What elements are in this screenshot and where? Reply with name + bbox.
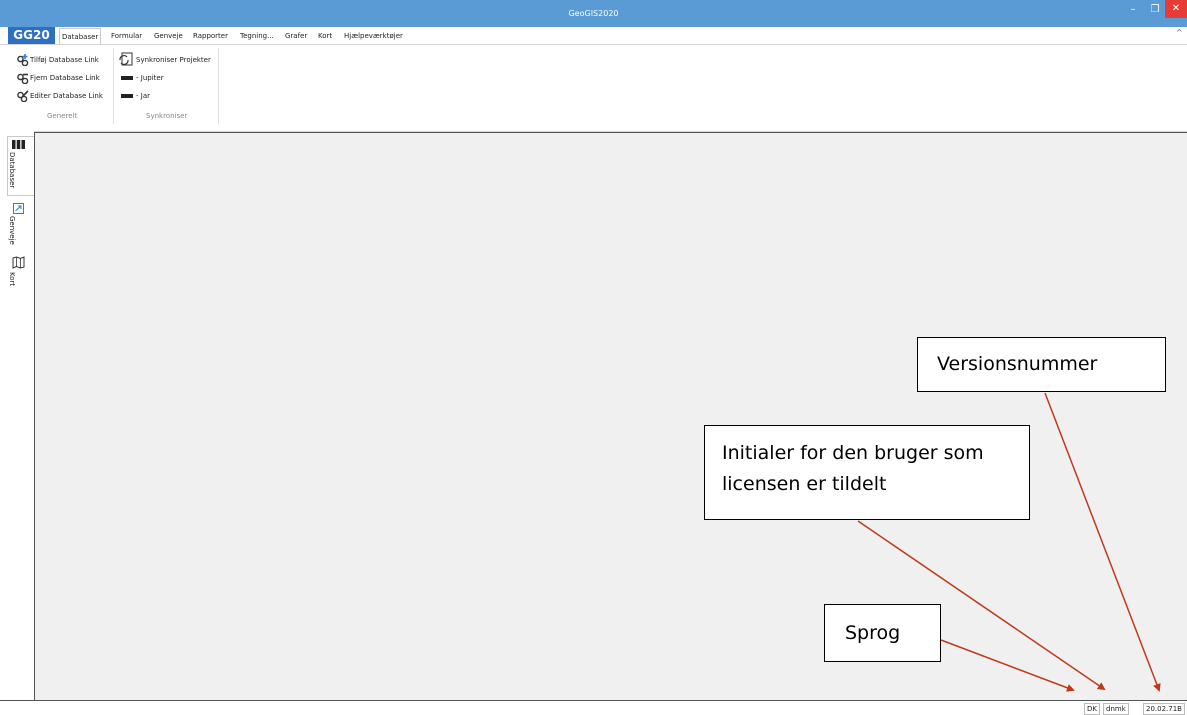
side-tab-kort[interactable]: Kort — [8, 272, 16, 286]
ribbon-group-separator — [113, 48, 114, 124]
ribbon-group-synkroniser-label: Synkroniser — [146, 112, 188, 120]
sync-jar-button[interactable]: - Jar — [136, 89, 150, 103]
shortcuts-icon — [13, 203, 24, 214]
status-language: DK — [1084, 703, 1100, 715]
status-user-initials: dnmk — [1103, 703, 1129, 715]
app-logo[interactable]: GG20 — [8, 27, 55, 44]
map-icon — [12, 256, 25, 269]
side-tab-genveje[interactable]: Genveje — [8, 216, 16, 245]
sync-projects-icon — [119, 52, 133, 66]
tab-genveje[interactable]: Genveje — [154, 28, 183, 44]
main-canvas[interactable] — [34, 132, 1187, 700]
callout-language: Sprog — [824, 604, 941, 662]
window-title: GeoGIS2020 — [568, 9, 619, 18]
jar-db-icon — [121, 94, 133, 98]
status-version: 20.02.71B — [1143, 703, 1185, 715]
jupiter-db-icon — [121, 76, 133, 80]
edit-link-icon — [17, 90, 29, 102]
tab-hjaelpevaerktoejer[interactable]: Hjælpeværktøjer — [344, 28, 403, 44]
close-button[interactable]: ✕ — [1165, 0, 1187, 18]
edit-database-link-button[interactable]: Editer Database Link — [30, 89, 103, 103]
collapse-ribbon-icon[interactable]: ^ — [1176, 28, 1183, 37]
remove-link-icon — [17, 73, 29, 84]
add-link-icon — [17, 54, 29, 66]
add-database-link-button[interactable]: Tilføj Database Link — [30, 53, 99, 67]
side-tab-databaser[interactable]: Databaser — [8, 152, 16, 188]
tab-kort[interactable]: Kort — [318, 28, 332, 44]
tab-tegning[interactable]: Tegning... — [240, 28, 274, 44]
remove-database-link-button[interactable]: Fjern Database Link — [30, 71, 100, 85]
tab-grafer[interactable]: Grafer — [285, 28, 307, 44]
minimize-button[interactable]: – — [1121, 0, 1145, 20]
side-panel — [0, 131, 34, 701]
status-bar — [0, 700, 1187, 714]
databases-icon — [12, 140, 25, 149]
tab-formular[interactable]: Formular — [111, 28, 142, 44]
callout-version: Versionsnummer — [917, 337, 1166, 392]
callout-initials: Initialer for den bruger som licensen er… — [704, 425, 1030, 520]
maximize-button[interactable]: ❐ — [1145, 0, 1165, 20]
sync-jupiter-button[interactable]: - Jupiter — [136, 71, 164, 85]
tab-databaser[interactable]: Databaser — [59, 28, 102, 44]
sync-projects-button[interactable]: Synkroniser Projekter — [136, 53, 211, 67]
tab-rapporter[interactable]: Rapporter — [193, 28, 228, 44]
ribbon-group-generelt-label: Generelt — [47, 112, 78, 120]
ribbon-group-separator — [218, 48, 219, 124]
